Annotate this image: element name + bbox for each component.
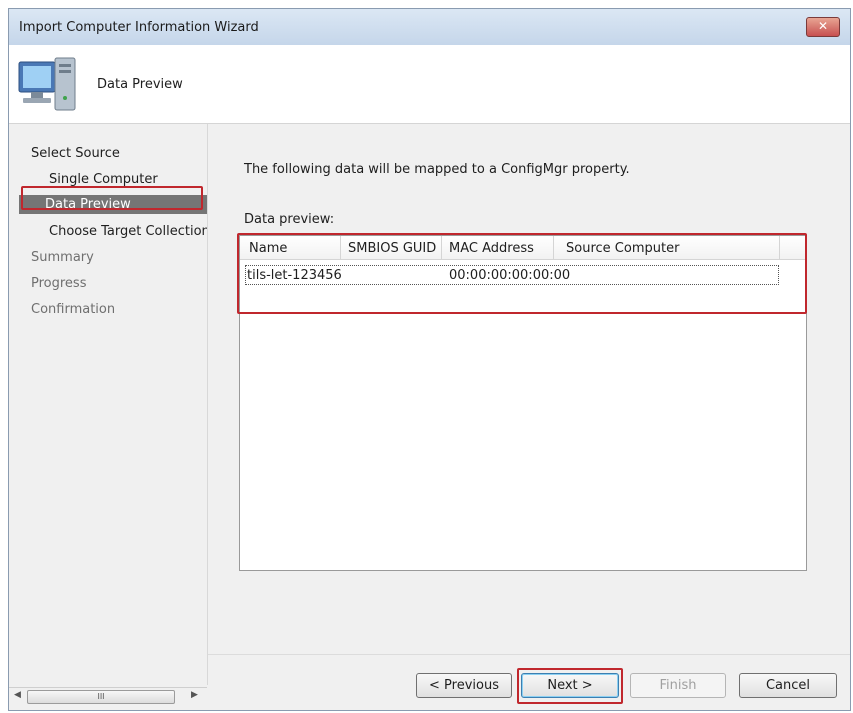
- scroll-left-icon[interactable]: ◀: [14, 690, 21, 700]
- cancel-button[interactable]: Cancel: [739, 673, 837, 698]
- finish-button: Finish: [630, 673, 726, 698]
- step-summary: Summary: [31, 250, 94, 265]
- page-title: Data Preview: [97, 77, 183, 92]
- nav-horizontal-scrollbar[interactable]: ◀ III ▶: [9, 687, 207, 706]
- scroll-right-icon[interactable]: ▶: [191, 690, 198, 700]
- computer-icon: [18, 57, 76, 111]
- previous-button[interactable]: < Previous: [416, 673, 512, 698]
- button-bar: < Previous Next > Finish Cancel: [208, 654, 850, 705]
- next-highlight-box: [517, 668, 623, 704]
- close-icon[interactable]: ✕: [806, 17, 840, 37]
- grid-highlight-box: [237, 233, 807, 314]
- step-highlight-box: [21, 186, 203, 210]
- wizard-window: Import Computer Information Wizard ✕ Dat…: [8, 8, 851, 711]
- step-choose-target-collection[interactable]: Choose Target Collection: [49, 224, 207, 239]
- scrollbar-thumb[interactable]: III: [27, 690, 175, 704]
- step-single-computer[interactable]: Single Computer: [49, 172, 158, 187]
- step-progress: Progress: [31, 276, 87, 291]
- wizard-steps-nav: Select Source Single Computer Data Previ…: [9, 124, 208, 685]
- window-title: Import Computer Information Wizard: [19, 20, 259, 35]
- step-select-source[interactable]: Select Source: [31, 146, 120, 161]
- main-content: The following data will be mapped to a C…: [208, 124, 850, 654]
- wizard-header: Data Preview: [9, 45, 850, 124]
- scrollbar-grip: III: [97, 692, 105, 701]
- title-bar: Import Computer Information Wizard ✕: [9, 9, 850, 45]
- intro-text: The following data will be mapped to a C…: [244, 162, 630, 177]
- step-confirmation: Confirmation: [31, 302, 116, 317]
- data-preview-label: Data preview:: [244, 212, 335, 227]
